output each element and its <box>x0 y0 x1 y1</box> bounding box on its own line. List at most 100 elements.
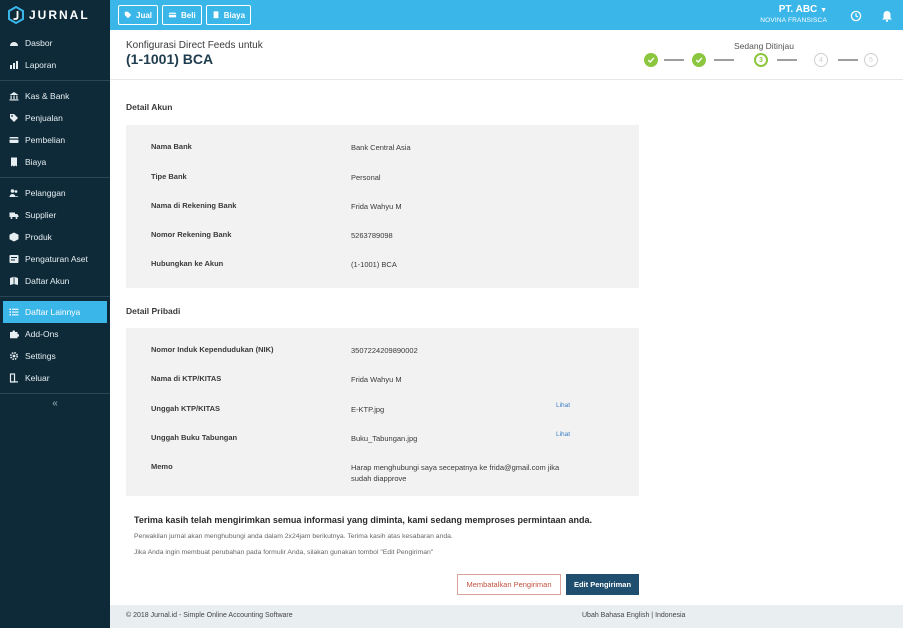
step-4-pending: 4 <box>814 53 828 67</box>
language-label: Ubah Bahasa <box>582 612 625 619</box>
language-indonesia-link[interactable]: Indonesia <box>655 612 685 619</box>
book-icon <box>9 276 19 286</box>
biaya-button[interactable]: Biaya <box>205 5 252 25</box>
sidebar-item-produk[interactable]: Produk <box>0 226 110 248</box>
sidebar-item-label: Penjualan <box>25 113 63 123</box>
row-value: E-KTP.jpg <box>351 405 385 414</box>
list-icon <box>9 307 19 317</box>
language-switcher: Ubah Bahasa English | Indonesia <box>582 612 685 619</box>
bell-icon[interactable] <box>881 9 893 22</box>
divider <box>0 296 110 297</box>
info-note: Jika Anda ingin membuat perubahan pada f… <box>134 549 434 556</box>
personal-section-title: Detail Pribadi <box>126 306 181 316</box>
main-content: Konfigurasi Direct Feeds untuk (1-1001) … <box>110 30 903 605</box>
row-label: Unggah Buku Tabungan <box>151 433 238 442</box>
row-value: Frida Wahyu M <box>351 202 402 211</box>
row-label: Tipe Bank <box>151 172 187 181</box>
topbar: Jual Beli Biaya PT. ABC ▼ NOVINA FRANSIS… <box>110 0 903 30</box>
sidebar-item-label: Produk <box>25 232 52 242</box>
sidebar-item-penjualan[interactable]: Penjualan <box>0 107 110 129</box>
row-label: Unggah KTP/KITAS <box>151 404 221 413</box>
sidebar-item-pelanggan[interactable]: Pelanggan <box>0 182 110 204</box>
tag-icon <box>124 11 132 19</box>
progress-steps: 3 4 5 <box>644 53 889 67</box>
sidebar-item-pembelian[interactable]: Pembelian <box>0 129 110 151</box>
sidebar-item-kas-bank[interactable]: Kas & Bank <box>0 85 110 107</box>
sidebar-item-laporan[interactable]: Laporan <box>0 54 110 76</box>
footer: © 2018 Jurnal.id - Simple Online Account… <box>110 605 903 628</box>
memo-value: Harap menghubungi saya secepatnya ke fri… <box>351 463 560 483</box>
sidebar-item-label: Pengaturan Aset <box>25 254 88 264</box>
step-connector <box>664 59 684 61</box>
logo[interactable]: JURNAL <box>0 0 110 30</box>
row-value: Personal <box>351 173 381 182</box>
step-1-done <box>644 53 658 67</box>
sidebar-item-label: Daftar Lainnya <box>25 307 81 317</box>
row-value: Bank Central Asia <box>351 143 411 152</box>
row-label: Hubungkan ke Akun <box>151 259 224 268</box>
divider <box>0 393 110 394</box>
jual-button[interactable]: Jual <box>118 5 159 25</box>
sidebar-nav: Dasbor Laporan Kas & Bank Penjualan Pemb… <box>0 30 110 409</box>
sidebar-item-label: Biaya <box>25 157 47 167</box>
box-icon <box>9 232 19 242</box>
company-name: PT. ABC <box>778 4 818 15</box>
account-section-title: Detail Akun <box>126 102 173 112</box>
sidebar-item-label: Settings <box>25 351 56 361</box>
sidebar-item-label: Supplier <box>25 210 57 220</box>
receipt-icon <box>213 11 219 19</box>
sidebar-item-label: Pelanggan <box>25 188 66 198</box>
step-connector <box>838 59 858 61</box>
sidebar-item-biaya[interactable]: Biaya <box>0 151 110 173</box>
sidebar-item-add-ons[interactable]: Add-Ons <box>0 323 110 345</box>
language-english-link[interactable]: English <box>626 612 649 619</box>
step-connector <box>777 59 797 61</box>
company-switcher[interactable]: PT. ABC ▼ NOVINA FRANSISCA <box>760 4 827 24</box>
receipt-icon <box>9 157 19 167</box>
sidebar-item-label: Keluar <box>25 373 50 383</box>
row-label: Nomor Rekening Bank <box>151 230 232 239</box>
users-icon <box>9 188 19 198</box>
sidebar-item-label: Laporan <box>25 60 57 70</box>
info-note: Perwakilan jurnal akan menghubungi anda … <box>134 533 453 540</box>
step-connector <box>714 59 734 61</box>
sidebar-item-label: Add-Ons <box>25 329 59 339</box>
logout-icon <box>9 373 19 383</box>
account-details-card: Nama Bank Bank Central Asia Tipe Bank Pe… <box>126 125 639 288</box>
jurnal-logo-icon <box>8 6 24 24</box>
cancel-submission-button[interactable]: Membatalkan Pengiriman <box>457 574 561 595</box>
collapse-sidebar-icon[interactable]: « <box>0 398 110 409</box>
step-3-current: 3 <box>754 53 768 67</box>
caret-down-icon: ▼ <box>820 7 827 14</box>
divider <box>0 80 110 81</box>
beli-button[interactable]: Beli <box>162 5 202 25</box>
card-icon <box>168 12 177 18</box>
clock-icon[interactable] <box>850 9 862 22</box>
personal-details-card: Nomor Induk Kependudukan (NIK) 350722420… <box>126 328 639 496</box>
sidebar-item-keluar[interactable]: Keluar <box>0 367 110 389</box>
sidebar-item-daftar-akun[interactable]: Daftar Akun <box>0 270 110 292</box>
edit-submission-button[interactable]: Edit Pengiriman <box>566 574 639 595</box>
sidebar-item-dasbor[interactable]: Dasbor <box>0 32 110 54</box>
row-value: 3507224209890002 <box>351 346 418 355</box>
asset-icon <box>9 254 19 264</box>
truck-icon <box>9 210 19 220</box>
gear-icon <box>9 351 19 361</box>
page-title: (1-1001) BCA <box>126 51 214 67</box>
divider <box>0 177 110 178</box>
puzzle-icon <box>9 329 19 339</box>
sidebar-item-label: Daftar Akun <box>25 276 70 286</box>
sidebar-item-supplier[interactable]: Supplier <box>0 204 110 226</box>
jual-label: Jual <box>136 10 153 20</box>
language-separator: | <box>651 612 654 619</box>
user-name: NOVINA FRANSISCA <box>760 17 827 24</box>
sidebar-item-label: Kas & Bank <box>25 91 70 101</box>
view-savings-book-link[interactable]: Lihat <box>556 431 570 438</box>
view-ktp-link[interactable]: Lihat <box>556 402 570 409</box>
beli-label: Beli <box>181 10 196 20</box>
sidebar-item-settings[interactable]: Settings <box>0 345 110 367</box>
sidebar-item-daftar-lainnya[interactable]: Daftar Lainnya <box>3 301 107 323</box>
tag-icon <box>9 113 19 123</box>
sidebar-item-pengaturan-aset[interactable]: Pengaturan Aset <box>0 248 110 270</box>
step-5-pending: 5 <box>864 53 878 67</box>
